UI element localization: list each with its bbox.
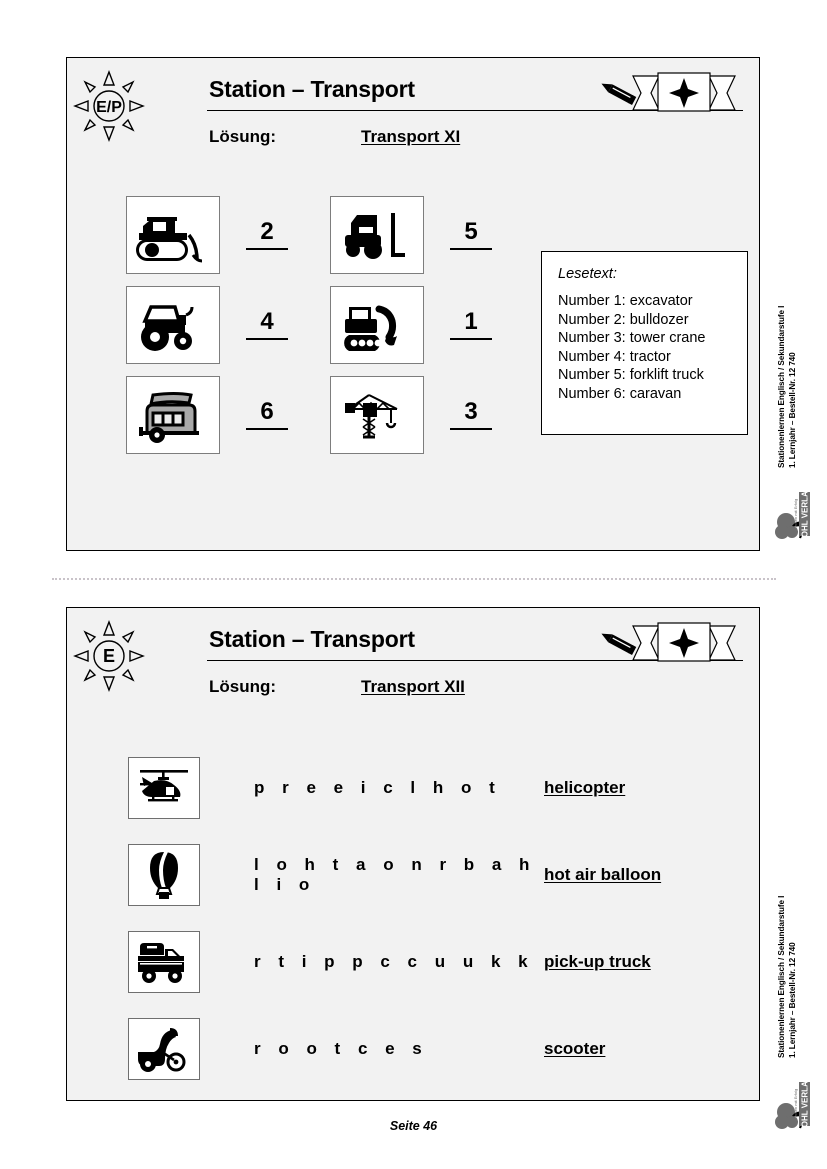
answer-value: 6 [260,398,274,425]
answer-rule [450,248,492,250]
scrambled-word: l o h t a o n r b a h l i o [254,854,536,894]
answer-rule [450,428,492,430]
match-row: 6 3 [126,376,518,454]
scooter-icon [128,1017,200,1080]
loesung-row-2: Lösung: Transport XII [209,677,465,697]
worksheet-header-2: Station – Transport [151,622,743,672]
loesung-label-2: Lösung: [209,677,277,696]
lesetext-line: Number 4: tractor [558,348,671,365]
solution-word: scooter [544,1038,606,1058]
solution-word: pick-up truck [544,951,651,971]
answer-slot[interactable]: 3 [424,400,518,430]
svg-text:Lernen mit Erfolg: Lernen mit Erfolg [793,1089,798,1119]
worksheet-panel-1: E/P Station – Transport Lösung: Transpor… [66,57,760,551]
anagram-row: l o h t a o n r b a h l i o hot air ball… [128,831,748,918]
answer-value: 5 [464,218,478,245]
answer-rule [246,248,288,250]
sidebar-line-2: 1. Lernjahr – Bestell-Nr. 12 740 [788,942,797,1058]
sidebar-line-2: 1. Lernjahr – Bestell-Nr. 12 740 [788,352,797,468]
answer-rule [246,428,288,430]
answer-value: 4 [260,308,274,335]
worksheet-header-1: Station – Transport [151,72,743,122]
lesetext-line: Number 6: caravan [558,385,682,402]
caravan-icon [126,376,220,454]
excavator-icon [330,286,424,364]
anagram-row: r o o t c e s scooter [128,1005,748,1092]
lesetext-title: Lesetext: [558,266,617,282]
anagram-row: r t i p p c c u u k k pick-up truck [128,918,748,1005]
answer-value: 2 [260,218,274,245]
sun-badge-letter-2: E [103,646,115,666]
answer-value: 3 [464,398,478,425]
solution-word: helicopter [544,777,626,797]
page-title-2: Station – Transport [209,626,415,652]
match-row: 4 1 [126,286,518,364]
scrambled-word: r o o t c e s [254,1038,429,1058]
answer-rule [246,338,288,340]
kohl-verlag-logo: KOHL VERLAG Lernen mit Erfolg [774,476,822,544]
bulldozer-icon [126,196,220,274]
tractor-icon [126,286,220,364]
lesetext-line: Number 2: bulldozer [558,311,689,328]
anagram-list: p r e e i c l h o t helicopter l o h t a… [128,744,748,1092]
lesetext-line: Number 5: forklift truck [558,367,704,383]
page-title-1: Station – Transport [209,76,415,102]
loesung-row-1: Lösung: Transport XI [209,127,460,147]
lesetext-line: Number 1: excavator [558,293,693,309]
loesung-label-1: Lösung: [209,127,277,146]
solution-word: hot air balloon [544,864,662,884]
loesung-value-2: Transport XII [361,677,465,696]
sidebar-line-1: Stationenlernen Englisch / Sekundarstufe… [777,895,786,1058]
worksheet-panel-2: E Station – Transport Lösung: Transport … [66,607,760,1101]
answer-slot[interactable]: 6 [220,400,314,430]
anagram-row: p r e e i c l h o t helicopter [128,744,748,831]
svg-text:KOHL VERLAG: KOHL VERLAG [800,485,809,543]
forklift-truck-icon [330,196,424,274]
scrambled-word: r t i p p c c u u k k [254,951,535,971]
tower-crane-icon [330,376,424,454]
page-footer: Seite 46 [389,1119,438,1133]
lesetext-box: Lesetext: Number 1: excavator Number 2: … [541,251,748,435]
answer-slot[interactable]: 2 [220,220,314,250]
loesung-value-1: Transport XI [361,127,461,146]
sun-badge-2: E [73,620,145,692]
sun-badge-letter-1: E/P [96,99,122,116]
sidebar-imprint-text-1: Stationenlernen Englisch / Sekundarstufe… [776,228,798,468]
answer-rule [450,338,492,340]
answer-slot[interactable]: 1 [424,310,518,340]
star-ribbon-icon [629,70,739,116]
sidebar-imprint-2: Stationenlernen Englisch / Sekundarstufe… [775,818,822,1138]
lesetext-line: Number 3: tower crane [558,330,706,346]
scrambled-word: p r e e i c l h o t [254,777,502,797]
helicopter-icon [128,756,200,819]
answer-slot[interactable]: 4 [220,310,314,340]
answer-slot[interactable]: 5 [424,220,518,250]
answer-value: 1 [464,308,478,335]
page-separator [52,578,776,580]
sun-badge-1: E/P [73,70,145,142]
sidebar-imprint-text-2: Stationenlernen Englisch / Sekundarstufe… [776,818,798,1058]
match-row: 2 5 [126,196,518,274]
pickup-truck-icon [128,930,200,993]
sidebar-line-1: Stationenlernen Englisch / Sekundarstufe… [777,305,786,468]
sidebar-imprint-1: Stationenlernen Englisch / Sekundarstufe… [774,228,822,548]
hot-air-balloon-icon [128,843,200,906]
svg-text:Lernen mit Erfolg: Lernen mit Erfolg [793,499,798,529]
star-ribbon-icon [629,620,739,666]
transport-match-grid: 2 5 4 1 6 3 [126,196,518,466]
